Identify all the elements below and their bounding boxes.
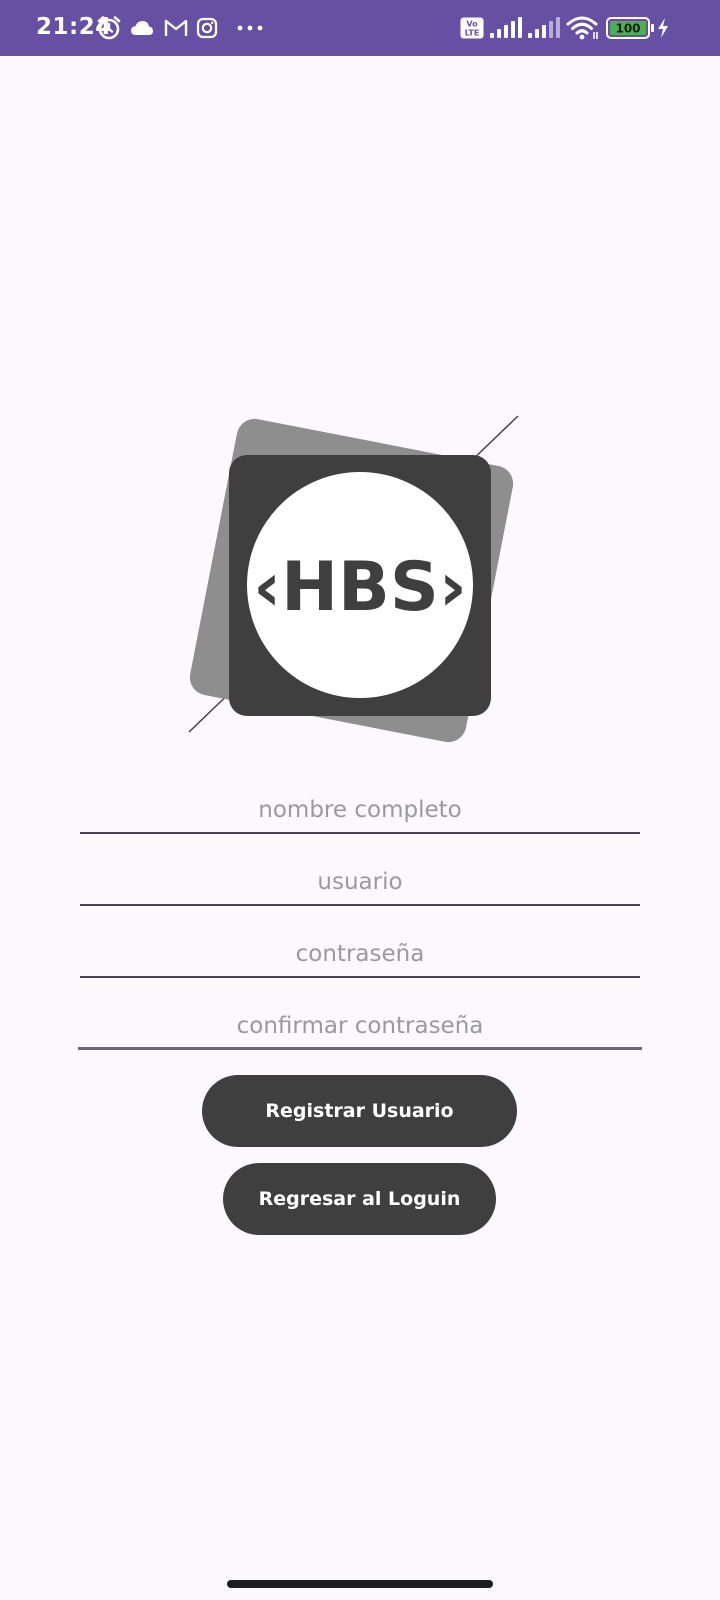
volte-label-bottom: LTE	[465, 29, 480, 38]
wifi-icon	[566, 0, 600, 56]
more-dots-icon	[236, 0, 264, 56]
username-input[interactable]	[80, 850, 640, 904]
password-input[interactable]	[80, 922, 640, 976]
gmail-icon	[164, 0, 188, 56]
register-user-button[interactable]: Registrar Usuario	[202, 1075, 517, 1147]
battery-level: 100	[615, 22, 640, 36]
hbs-logo: ‹HBS›	[185, 415, 535, 745]
signal-sim1-icon	[490, 0, 522, 56]
confirm-password-field[interactable]	[78, 994, 642, 1050]
cloud-icon	[130, 0, 154, 56]
status-bar: 21:24 Vo LTE 100	[0, 0, 720, 56]
gesture-navigation-bar[interactable]	[227, 1580, 493, 1588]
full-name-field[interactable]	[80, 778, 640, 834]
alarm-icon	[96, 0, 122, 56]
confirm-password-input[interactable]	[78, 994, 642, 1047]
password-field[interactable]	[80, 922, 640, 978]
logo-text: ‹HBS›	[253, 548, 467, 627]
instagram-icon	[196, 0, 218, 56]
battery-icon: 100	[606, 0, 656, 56]
signal-sim2-icon	[528, 0, 560, 56]
back-to-login-button[interactable]: Regresar al Loguin	[223, 1163, 496, 1235]
username-field[interactable]	[80, 850, 640, 906]
volte-icon: Vo LTE	[460, 0, 484, 56]
full-name-input[interactable]	[80, 778, 640, 832]
charging-icon	[656, 0, 670, 56]
volte-label-top: Vo	[466, 20, 478, 29]
